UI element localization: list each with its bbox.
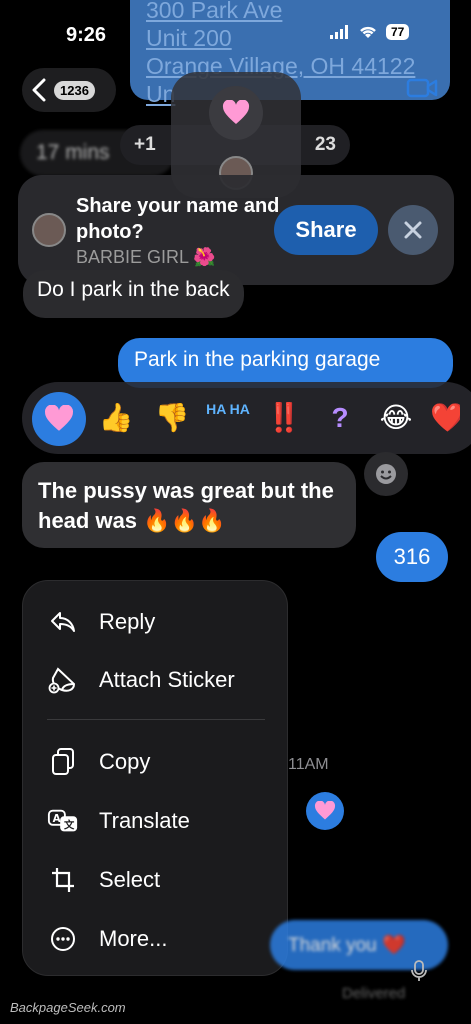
menu-divider [47, 719, 265, 720]
reply-icon [47, 606, 79, 638]
crop-icon [47, 864, 79, 896]
heart-sticker [209, 86, 263, 140]
menu-item-copy[interactable]: Copy [23, 733, 287, 791]
heart-icon [45, 405, 73, 431]
tapback-haha[interactable]: HA HA [206, 396, 250, 440]
emoji-reaction-button[interactable] [364, 452, 408, 496]
heart-icon [222, 100, 250, 124]
share-name-banner: Share your name and photo? BARBIE GIRL 🌺… [18, 175, 454, 285]
watermark: BackpageSeek.com [10, 1000, 126, 1015]
message-timestamp: 11AM [288, 756, 329, 773]
heart-icon [314, 801, 336, 820]
selected-message[interactable]: The pussy was great but the head was 🔥🔥🔥 [22, 462, 356, 548]
smiley-icon [376, 464, 396, 484]
status-icons: 77 [330, 24, 410, 40]
share-banner-title: Share your name and photo? [76, 195, 280, 243]
tapback-emphasize[interactable]: ‼️ [262, 396, 306, 440]
message-outgoing-316[interactable]: 316 [376, 532, 448, 582]
microphone-icon[interactable] [410, 960, 430, 982]
back-button[interactable]: 1236 [22, 68, 116, 112]
translate-icon: A文 [47, 805, 79, 837]
delivered-status: Delivered [342, 985, 406, 1002]
message-outgoing[interactable]: Park in the parking garage [118, 338, 453, 388]
signal-icon [330, 25, 348, 39]
menu-item-more[interactable]: More... [23, 910, 287, 968]
share-banner-name: BARBIE GIRL 🌺 [76, 247, 216, 267]
avatar [32, 213, 66, 247]
status-time: 9:26 [66, 24, 107, 46]
copy-icon [47, 746, 79, 778]
sticker-icon [47, 664, 79, 696]
message-incoming[interactable]: Do I park in the back [23, 270, 244, 318]
heart-reaction-bubble[interactable] [306, 792, 344, 830]
share-button[interactable]: Share [274, 205, 378, 255]
svg-text:A: A [53, 813, 61, 825]
menu-item-attach-sticker[interactable]: Attach Sticker [23, 651, 287, 709]
battery-indicator: 77 [386, 24, 410, 40]
tapback-thumbs-up[interactable]: 👍 [94, 396, 138, 440]
wifi-icon [360, 26, 376, 38]
tapback-bar: 👍 👎 HA HA ‼️ ? 😂 ❤️ [22, 382, 471, 454]
menu-item-reply[interactable]: Reply [23, 593, 287, 651]
tapback-more[interactable]: ❤️ [430, 396, 460, 440]
tapback-thumbs-down[interactable]: 👎 [150, 396, 194, 440]
tapback-laugh[interactable]: 😂 [374, 396, 418, 440]
context-menu: Reply Attach Sticker Copy A文 Translate S… [22, 580, 288, 976]
video-camera-icon [406, 78, 438, 98]
close-icon [404, 221, 422, 239]
tapback-heart[interactable] [32, 392, 86, 446]
unread-badge: 1236 [54, 80, 95, 100]
close-banner-button[interactable] [388, 205, 438, 255]
more-icon [47, 923, 79, 955]
video-call-button[interactable] [406, 76, 448, 106]
chevron-left-icon [32, 78, 46, 102]
svg-text:文: 文 [63, 819, 75, 832]
menu-item-translate[interactable]: A文 Translate [23, 792, 287, 850]
menu-item-select[interactable]: Select [23, 851, 287, 909]
tapback-question[interactable]: ? [318, 396, 362, 440]
